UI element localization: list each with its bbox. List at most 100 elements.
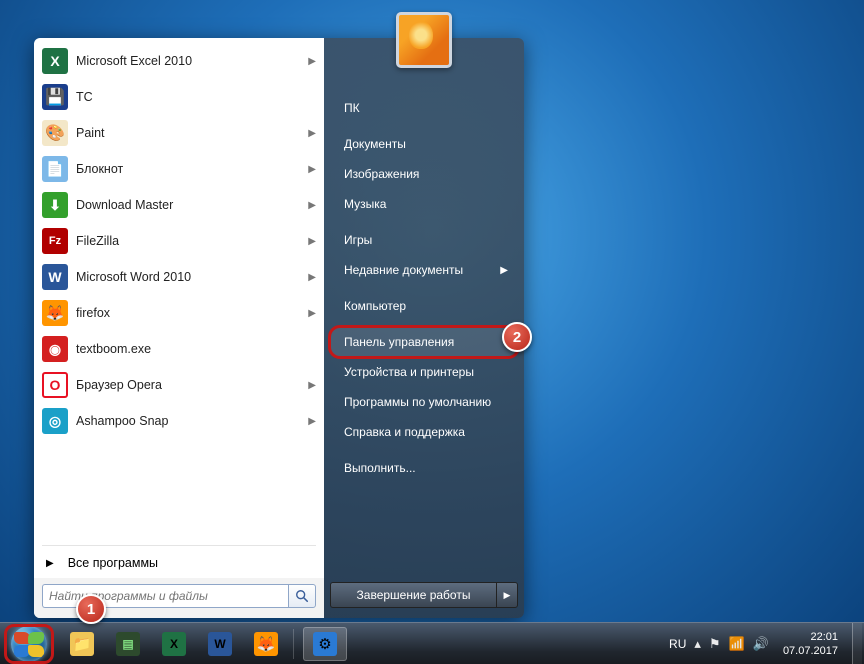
firefox-icon	[254, 632, 278, 656]
submenu-arrow-icon: ▶	[308, 416, 316, 427]
right-panel-item[interactable]: Компьютер	[330, 291, 518, 321]
right-item-label: Документы	[344, 137, 508, 151]
right-panel-item[interactable]: Справка и поддержка	[330, 417, 518, 447]
show-desktop-button[interactable]	[852, 623, 862, 664]
program-label: firefox	[76, 306, 308, 320]
program-item[interactable]: Download Master▶	[34, 187, 324, 223]
program-item[interactable]: TC	[34, 79, 324, 115]
search-button[interactable]	[288, 584, 316, 608]
program-icon	[42, 192, 68, 218]
excel-icon	[162, 632, 186, 656]
right-item-label: Программы по умолчанию	[344, 395, 508, 409]
start-menu-right-panel: ПК Документы Изображения Музыка Игры Недавние…	[324, 38, 524, 618]
callout-1: 1	[76, 594, 106, 624]
right-item-label: Музыка	[344, 197, 508, 211]
program-label: Браузер Opera	[76, 378, 308, 392]
right-item-label: Устройства и принтеры	[344, 365, 508, 379]
submenu-arrow-icon: ▶	[500, 265, 508, 276]
taskbar-pinned	[60, 627, 288, 661]
task-manager-icon	[116, 632, 140, 656]
program-label: textboom.exe	[76, 342, 316, 356]
taskbar-explorer[interactable]	[60, 627, 104, 661]
program-icon	[42, 264, 68, 290]
program-item[interactable]: firefox▶	[34, 295, 324, 331]
shutdown-row: Завершение работы ▶	[330, 582, 518, 608]
right-item-label: ПК	[344, 101, 508, 115]
submenu-arrow-icon: ▶	[308, 380, 316, 391]
right-panel-item[interactable]: Панель управления	[330, 327, 518, 357]
submenu-arrow-icon: ▶	[308, 128, 316, 139]
start-button[interactable]	[11, 626, 47, 662]
program-label: Microsoft Excel 2010	[76, 54, 308, 68]
user-avatar[interactable]	[396, 12, 452, 68]
program-list: Microsoft Excel 2010▶TCPaint▶Блокнот▶Dow…	[34, 43, 324, 543]
search-icon	[295, 589, 309, 603]
program-icon	[42, 156, 68, 182]
chevron-right-icon: ▶	[504, 590, 511, 601]
program-item[interactable]: Браузер Opera▶	[34, 367, 324, 403]
submenu-arrow-icon: ▶	[308, 308, 316, 319]
program-label: FileZilla	[76, 234, 308, 248]
program-icon	[42, 84, 68, 110]
right-item-label: Панель управления	[344, 335, 508, 349]
right-panel-item[interactable]: Программы по умолчанию	[330, 387, 518, 417]
right-panel-item[interactable]: ПК	[330, 93, 518, 123]
program-label: TC	[76, 90, 316, 104]
shutdown-label: Завершение работы	[357, 588, 471, 602]
taskbar-running	[303, 627, 347, 661]
system-tray: RU ▴ ⚑ 📶 🔊 22:01 07.07.2017	[669, 623, 864, 664]
program-item[interactable]: Paint▶	[34, 115, 324, 151]
taskbar-firefox[interactable]	[244, 627, 288, 661]
tray-chevron-icon[interactable]: ▴	[694, 636, 701, 652]
program-item[interactable]: Microsoft Word 2010▶	[34, 259, 324, 295]
start-button-wrap	[2, 623, 56, 664]
language-indicator[interactable]: RU	[669, 637, 686, 651]
right-panel-item[interactable]: Документы	[330, 129, 518, 159]
program-icon	[42, 120, 68, 146]
program-label: Microsoft Word 2010	[76, 270, 308, 284]
start-menu-left-panel: Microsoft Excel 2010▶TCPaint▶Блокнот▶Dow…	[34, 38, 324, 618]
right-item-label: Выполнить...	[344, 461, 508, 475]
action-center-icon[interactable]: ⚑	[709, 636, 721, 652]
taskbar-word[interactable]	[198, 627, 242, 661]
taskbar-task-manager[interactable]	[106, 627, 150, 661]
program-item[interactable]: Microsoft Excel 2010▶	[34, 43, 324, 79]
all-programs[interactable]: ▶ Все программы	[34, 548, 324, 578]
right-item-label: Изображения	[344, 167, 508, 181]
word-icon	[208, 632, 232, 656]
program-icon	[42, 372, 68, 398]
submenu-arrow-icon: ▶	[308, 56, 316, 67]
right-item-label: Недавние документы	[344, 263, 500, 277]
right-panel-item[interactable]: Игры	[330, 225, 518, 255]
shutdown-button[interactable]: Завершение работы	[330, 582, 496, 608]
right-panel-item[interactable]: Изображения	[330, 159, 518, 189]
program-label: Ashampoo Snap	[76, 414, 308, 428]
right-panel-item[interactable]: Устройства и принтеры	[330, 357, 518, 387]
program-icon	[42, 300, 68, 326]
clock[interactable]: 22:01 07.07.2017	[777, 630, 844, 658]
taskbar-control-panel[interactable]	[303, 627, 347, 661]
taskbar-divider	[293, 629, 294, 659]
program-label: Paint	[76, 126, 308, 140]
taskbar-excel[interactable]	[152, 627, 196, 661]
program-item[interactable]: FileZilla▶	[34, 223, 324, 259]
all-programs-label: Все программы	[68, 556, 158, 570]
right-item-label: Игры	[344, 233, 508, 247]
network-icon[interactable]: 📶	[729, 636, 745, 652]
right-panel-item[interactable]: Выполнить...	[330, 453, 518, 483]
program-label: Блокнот	[76, 162, 308, 176]
right-item-label: Компьютер	[344, 299, 508, 313]
program-item[interactable]: Ashampoo Snap▶	[34, 403, 324, 439]
submenu-arrow-icon: ▶	[308, 236, 316, 247]
callout-2: 2	[502, 322, 532, 352]
right-panel-item[interactable]: Недавние документы▶	[330, 255, 518, 285]
right-panel-item[interactable]: Музыка	[330, 189, 518, 219]
program-item[interactable]: Блокнот▶	[34, 151, 324, 187]
volume-icon[interactable]: 🔊	[753, 636, 769, 652]
program-item[interactable]: textboom.exe	[34, 331, 324, 367]
separator	[42, 545, 316, 546]
right-item-label: Справка и поддержка	[344, 425, 508, 439]
shutdown-options-button[interactable]: ▶	[496, 582, 518, 608]
chevron-right-icon: ▶	[46, 558, 54, 569]
explorer-icon	[70, 632, 94, 656]
